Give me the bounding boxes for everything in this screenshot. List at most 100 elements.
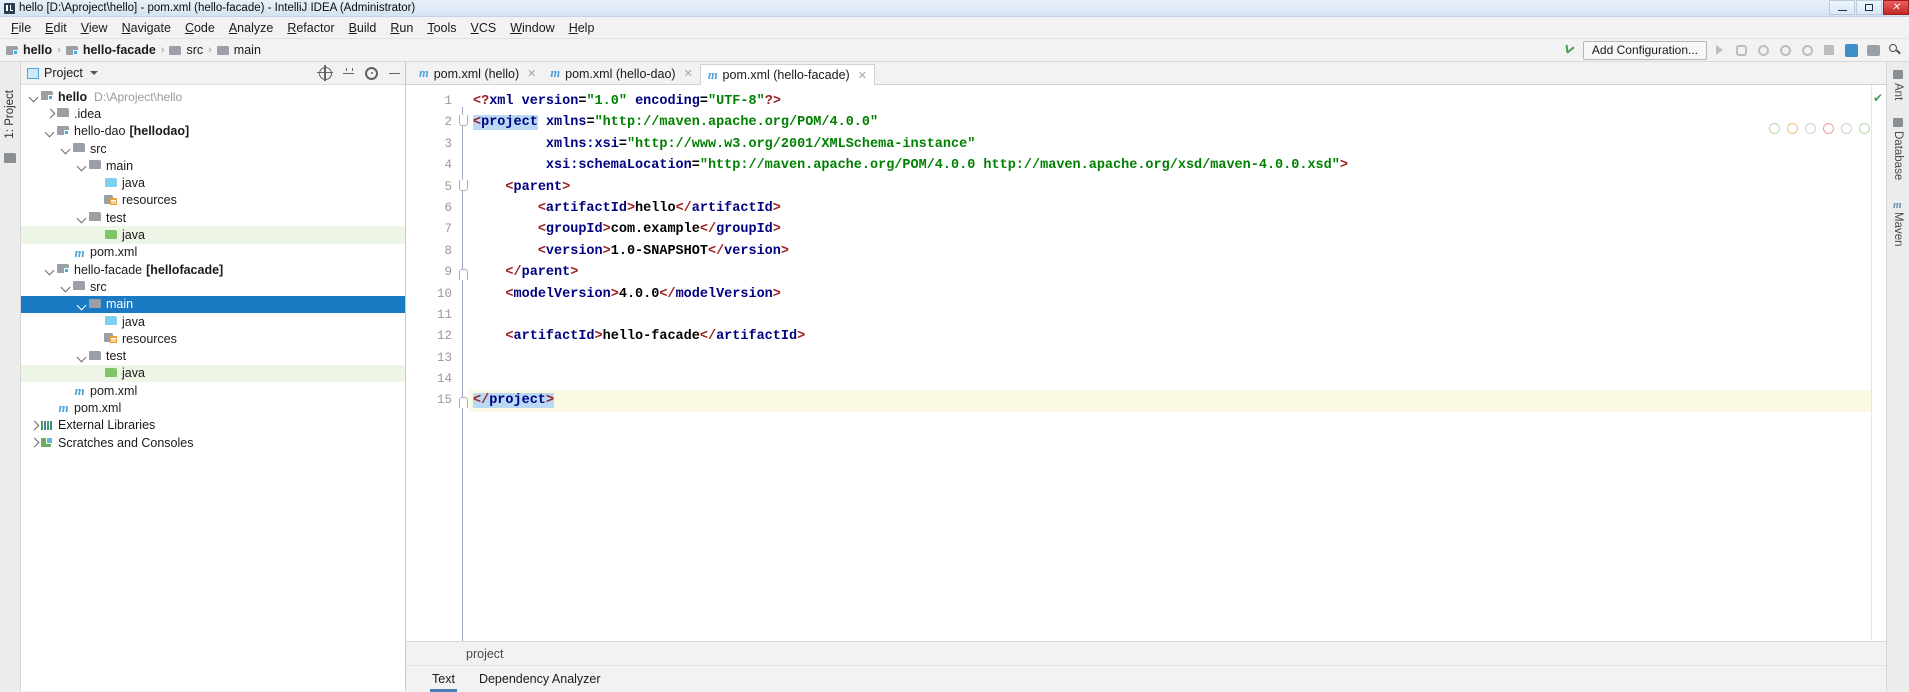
tree-item-main[interactable]: main xyxy=(21,295,405,313)
tree-item-src[interactable]: src xyxy=(21,278,405,295)
code-token: > xyxy=(545,393,555,409)
project-panel-title-group[interactable]: Project xyxy=(27,66,98,80)
action-icon-2[interactable] xyxy=(1787,123,1798,134)
close-button[interactable]: ✕ xyxy=(1883,0,1909,15)
code-editor[interactable]: 12345m6789101112131415 <?xml version="1.… xyxy=(406,85,1886,641)
menu-item-edit[interactable]: Edit xyxy=(38,19,74,37)
tree-item-src[interactable]: src xyxy=(21,140,405,157)
fold-gutter[interactable] xyxy=(458,85,469,641)
layout-icon[interactable] xyxy=(1863,41,1883,59)
chevron-open-icon[interactable] xyxy=(27,90,40,103)
menu-item-code[interactable]: Code xyxy=(178,19,222,37)
tool-tab-maven[interactable]: m Maven xyxy=(1892,199,1904,247)
fold-marker[interactable] xyxy=(458,390,469,411)
fold-marker[interactable] xyxy=(458,112,469,133)
menu-item-vcs[interactable]: VCS xyxy=(464,19,504,37)
breadcrumb-item-main[interactable]: main xyxy=(216,43,261,57)
tree-item-main[interactable]: main xyxy=(21,157,405,174)
action-icon-4[interactable] xyxy=(1823,123,1834,134)
tree-item-pom-xml[interactable]: m pom.xml xyxy=(21,244,405,261)
tool-tab-project[interactable]: 1: Project xyxy=(2,86,18,143)
menu-item-navigate[interactable]: Navigate xyxy=(115,19,178,37)
tree-item-hello-facade[interactable]: hello-facade [hellofacade] xyxy=(21,261,405,278)
collapse-all-icon[interactable] xyxy=(342,67,355,80)
tree-item-java[interactable]: java xyxy=(21,174,405,191)
chevron-closed-icon[interactable] xyxy=(43,107,56,120)
stop-square-icon[interactable] xyxy=(1819,41,1839,59)
bottom-tab-text[interactable]: Text xyxy=(430,669,457,692)
menu-item-file[interactable]: File xyxy=(4,19,38,37)
chevron-open-icon[interactable] xyxy=(43,125,56,138)
action-icon-1[interactable] xyxy=(1769,123,1780,134)
chevron-closed-icon[interactable] xyxy=(27,419,40,432)
menu-item-analyze[interactable]: Analyze xyxy=(222,19,280,37)
search-everywhere-icon[interactable] xyxy=(1841,41,1861,59)
chevron-open-icon[interactable] xyxy=(75,298,88,311)
hide-icon[interactable] xyxy=(388,67,401,80)
menu-item-build[interactable]: Build xyxy=(342,19,384,37)
tree-item-test[interactable]: test xyxy=(21,347,405,364)
chevron-open-icon[interactable] xyxy=(59,280,72,293)
tree-item-resources[interactable]: resources xyxy=(21,330,405,347)
menu-item-run[interactable]: Run xyxy=(383,19,420,37)
code-text[interactable]: <?xml version="1.0" encoding="UTF-8"?> <p… xyxy=(469,85,1886,641)
chevron-open-icon[interactable] xyxy=(43,263,56,276)
tool-tab-database[interactable]: Database xyxy=(1892,118,1904,181)
tree-item--idea[interactable]: .idea xyxy=(21,105,405,122)
chevron-down-icon[interactable] xyxy=(89,71,98,75)
chevron-open-icon[interactable] xyxy=(75,350,88,363)
code-line: <project xmlns="http://maven.apache.org/… xyxy=(469,112,1886,133)
menu-item-tools[interactable]: Tools xyxy=(420,19,463,37)
debug-icon[interactable] xyxy=(1731,41,1751,59)
run-coverage-icon[interactable] xyxy=(1753,41,1773,59)
close-icon[interactable]: ✕ xyxy=(527,67,536,80)
structure-icon[interactable] xyxy=(4,152,16,163)
bottom-tab-dependency-analyzer[interactable]: Dependency Analyzer xyxy=(477,669,603,689)
breadcrumb-item-hello[interactable]: hello xyxy=(6,43,52,57)
tool-tab-ant[interactable]: Ant xyxy=(1892,70,1904,100)
editor-tab-2[interactable]: m pom.xml (hello-facade) ✕ xyxy=(699,64,875,85)
tree-item-java[interactable]: java xyxy=(21,364,405,383)
menu-item-refactor[interactable]: Refactor xyxy=(280,19,341,37)
chevron-closed-icon[interactable] xyxy=(27,436,40,449)
menu-item-view[interactable]: View xyxy=(74,19,115,37)
inspection-strip[interactable]: ✔ xyxy=(1871,85,1886,641)
minimize-button[interactable] xyxy=(1829,0,1855,15)
back-arrow-icon[interactable] xyxy=(1561,41,1581,59)
breadcrumb-item-src[interactable]: src xyxy=(169,43,203,57)
action-icon-6[interactable] xyxy=(1859,123,1870,134)
tree-item-hello-dao[interactable]: hello-dao [hellodao] xyxy=(21,123,405,140)
profile-icon[interactable] xyxy=(1775,41,1795,59)
chevron-open-icon[interactable] xyxy=(75,159,88,172)
stop-icon[interactable] xyxy=(1797,41,1817,59)
maximize-button[interactable] xyxy=(1856,0,1882,15)
editor-tab-1[interactable]: m pom.xml (hello-dao) ✕ xyxy=(543,63,699,84)
add-configuration-button[interactable]: Add Configuration... xyxy=(1582,40,1707,60)
tree-item-pom-xml[interactable]: m pom.xml xyxy=(21,382,405,399)
run-icon[interactable] xyxy=(1709,41,1729,59)
search-icon[interactable] xyxy=(1885,41,1905,59)
breadcrumb-item-hello-facade[interactable]: hello-facade xyxy=(65,43,156,57)
menu-item-help[interactable]: Help xyxy=(562,19,602,37)
tree-item-test[interactable]: test xyxy=(21,209,405,226)
tree-item-hello[interactable]: hello D:\Aproject\hello xyxy=(21,88,405,105)
tree-item-scratches-and-consoles[interactable]: Scratches and Consoles xyxy=(21,434,405,451)
tree-item-resources[interactable]: resources xyxy=(21,192,405,209)
action-icon-3[interactable] xyxy=(1805,123,1816,134)
chevron-open-icon[interactable] xyxy=(59,142,72,155)
action-icon-5[interactable] xyxy=(1841,123,1852,134)
tree-item-java[interactable]: java xyxy=(21,313,405,330)
tree-item-pom-xml[interactable]: m pom.xml xyxy=(21,399,405,416)
close-icon[interactable]: ✕ xyxy=(858,69,867,82)
fold-marker[interactable] xyxy=(458,177,469,198)
close-icon[interactable]: ✕ xyxy=(684,67,693,80)
code-token: </ xyxy=(473,393,490,409)
tree-item-external-libraries[interactable]: External Libraries xyxy=(21,417,405,434)
gear-icon[interactable] xyxy=(365,66,378,80)
fold-marker[interactable] xyxy=(458,262,469,283)
tree-item-java[interactable]: java xyxy=(21,226,405,244)
editor-tab-0[interactable]: m pom.xml (hello) ✕ xyxy=(412,63,543,84)
locate-icon[interactable] xyxy=(317,64,333,81)
chevron-open-icon[interactable] xyxy=(75,211,88,224)
menu-item-window[interactable]: Window xyxy=(503,19,561,37)
